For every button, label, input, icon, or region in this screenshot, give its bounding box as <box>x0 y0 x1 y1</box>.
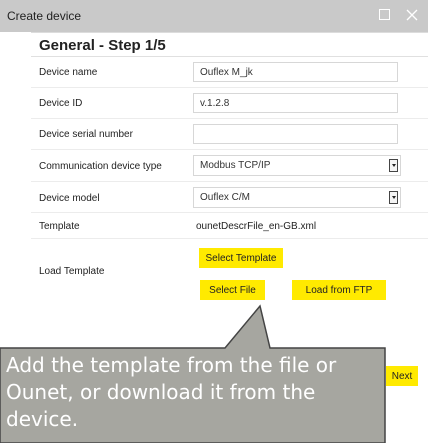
callout-text: Add the template from the file or Ounet,… <box>6 353 337 431</box>
